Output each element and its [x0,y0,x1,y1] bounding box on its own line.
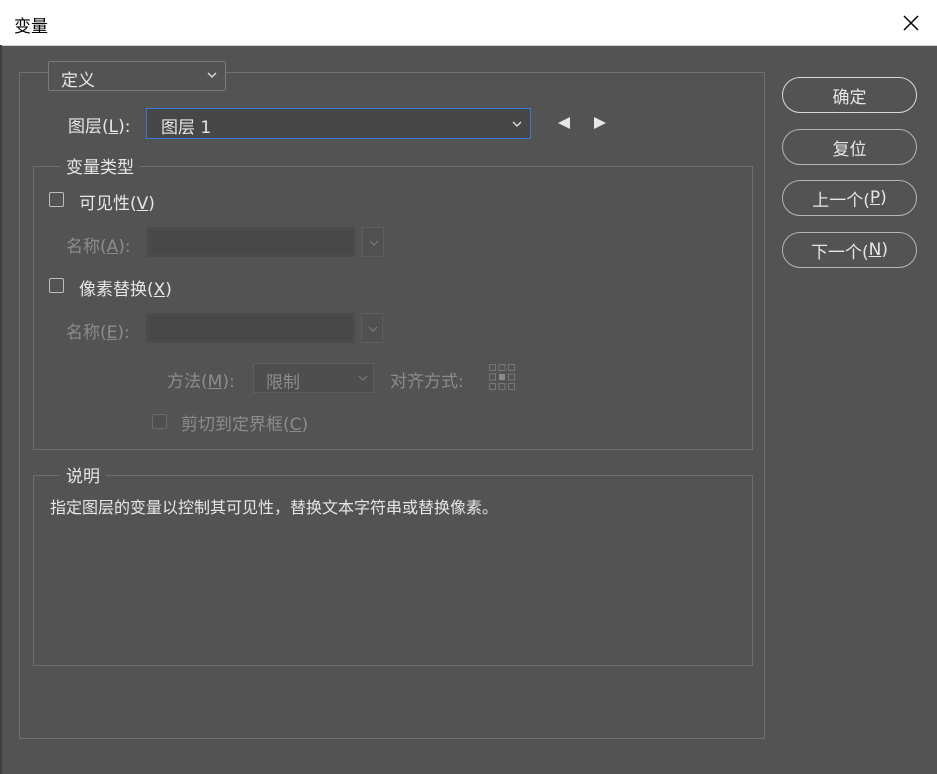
chevron-down-icon [368,326,378,332]
method-select-value: 限制 [266,373,300,393]
visibility-checkbox[interactable] [49,192,64,207]
next-button[interactable]: 下一个(N) [782,232,917,268]
pixel-replace-label: 像素替换(X) [79,280,172,300]
name-a-dropdown[interactable] [362,227,384,257]
name-e-field[interactable] [146,313,355,343]
description-text: 指定图层的变量以控制其可见性，替换文本字符串或替换像素。 [50,498,499,517]
window-title: 变量 [14,17,48,37]
ok-button[interactable]: 确定 [782,77,917,113]
previous-layer-icon[interactable] [556,115,572,131]
mode-select[interactable]: 定义 [48,61,226,91]
method-label: 方法(M): [167,372,235,392]
clip-checkbox[interactable] [152,414,167,429]
chevron-down-icon [512,121,522,127]
layer-label: 图层(L): [68,117,131,137]
next-layer-icon[interactable] [592,115,608,131]
layer-select-value: 图层 1 [161,118,212,138]
variable-type-title: 变量类型 [60,153,140,178]
close-button[interactable] [885,0,937,45]
alignment-label: 对齐方式: [390,372,464,392]
reset-button[interactable]: 复位 [782,129,917,165]
name-a-label: 名称(A): [66,237,131,257]
close-icon [903,14,919,31]
chevron-down-icon [207,72,217,78]
mode-select-value: 定义 [61,71,95,91]
pixel-replace-checkbox[interactable] [49,278,64,293]
window-edge [0,45,2,774]
layer-select[interactable]: 图层 1 [146,108,531,139]
chevron-down-icon [369,240,379,246]
clip-label: 剪切到定界框(C) [181,415,309,435]
method-select[interactable]: 限制 [253,363,374,393]
name-e-label: 名称(E): [66,323,130,343]
chevron-down-icon [358,375,368,381]
name-e-dropdown[interactable] [361,313,383,343]
visibility-label: 可见性(V) [79,194,155,214]
title-bar: 变量 [0,0,937,46]
previous-button[interactable]: 上一个(P) [782,180,917,216]
name-a-field[interactable] [147,227,355,257]
description-title: 说明 [60,462,106,487]
alignment-grid-icon[interactable] [488,363,516,391]
